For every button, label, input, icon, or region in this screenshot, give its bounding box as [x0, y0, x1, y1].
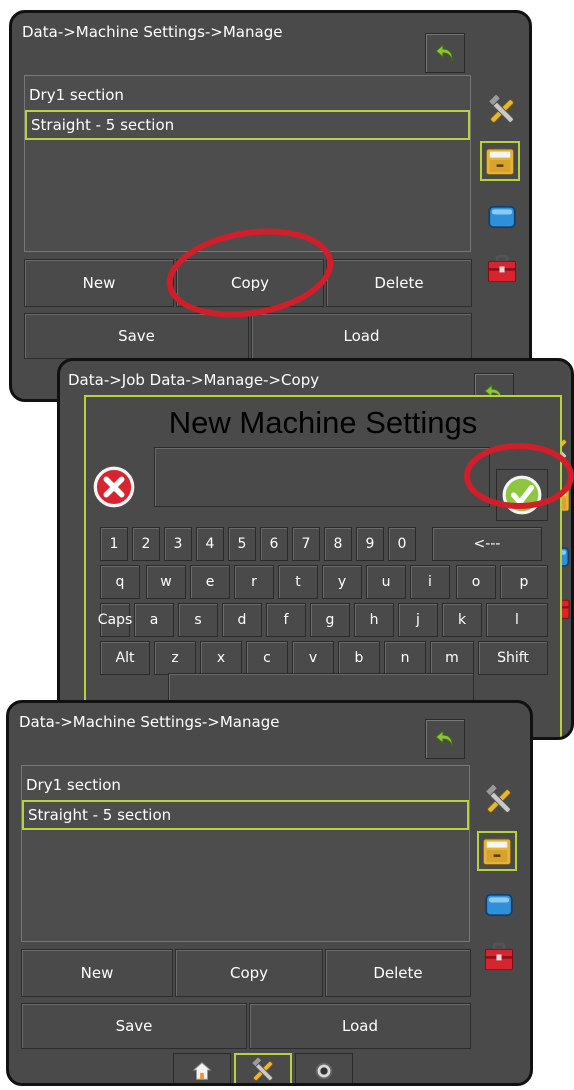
tools-icon	[484, 93, 520, 129]
tools-tab[interactable]	[479, 781, 519, 821]
toolbox-tab[interactable]	[482, 249, 522, 289]
key-m[interactable]: m	[430, 641, 474, 675]
key-5[interactable]: 5	[228, 527, 256, 561]
display-screen-icon	[482, 888, 516, 922]
back-button[interactable]	[425, 719, 465, 759]
key-y[interactable]: y	[322, 565, 362, 599]
home-icon	[191, 1060, 213, 1082]
key-r[interactable]: r	[234, 565, 274, 599]
key-n[interactable]: n	[384, 641, 426, 675]
tools-tab[interactable]	[482, 91, 522, 131]
delete-button[interactable]: Delete	[325, 949, 471, 997]
key-z[interactable]: z	[154, 641, 196, 675]
key-b[interactable]: b	[338, 641, 380, 675]
middle-screen: Data->Job Data->Manage->Copy New Machine…	[57, 358, 574, 740]
storage-tab[interactable]	[477, 831, 517, 871]
breadcrumb: Data->Machine Settings->Manage	[19, 713, 280, 731]
toolbox-icon	[485, 252, 519, 286]
home-tab[interactable]	[173, 1053, 231, 1083]
back-arrow-icon	[433, 727, 457, 751]
key-g[interactable]: g	[310, 603, 350, 637]
gps-tab[interactable]	[295, 1053, 353, 1083]
key-3[interactable]: 3	[164, 527, 192, 561]
key-p[interactable]: p	[500, 565, 548, 599]
key-6[interactable]: 6	[260, 527, 288, 561]
key-a[interactable]: a	[134, 603, 174, 637]
load-button[interactable]: Load	[251, 313, 472, 359]
back-arrow-icon	[433, 41, 457, 65]
key-v[interactable]: v	[292, 641, 334, 675]
key-backspace[interactable]: <---	[432, 527, 542, 561]
tools-bottom-tab[interactable]	[234, 1053, 292, 1086]
key-e[interactable]: e	[190, 565, 230, 599]
display-tab[interactable]	[482, 197, 522, 237]
toolbox-icon	[482, 940, 516, 974]
key-q[interactable]: q	[100, 565, 140, 599]
key-l[interactable]: l	[486, 603, 548, 637]
load-button[interactable]: Load	[249, 1003, 471, 1049]
list-item[interactable]: Dry1 section	[22, 770, 469, 800]
storage-tab[interactable]	[480, 141, 520, 181]
list-item-selected[interactable]: Straight - 5 section	[22, 800, 469, 830]
delete-button[interactable]: Delete	[326, 259, 472, 307]
storage-drawer-icon	[480, 834, 514, 868]
key-c[interactable]: c	[246, 641, 288, 675]
key-t[interactable]: t	[278, 565, 318, 599]
key-h[interactable]: h	[354, 603, 394, 637]
new-button[interactable]: New	[21, 949, 173, 997]
gps-target-icon	[313, 1060, 335, 1082]
highlight-circle-accept	[464, 443, 574, 509]
key-i[interactable]: i	[410, 565, 450, 599]
breadcrumb: Data->Job Data->Manage->Copy	[68, 371, 320, 389]
key-f[interactable]: f	[266, 603, 306, 637]
display-screen-icon	[485, 200, 519, 234]
new-button[interactable]: New	[24, 259, 174, 307]
key-9[interactable]: 9	[356, 527, 384, 561]
top-screen: Data->Machine Settings->Manage Dry1 sect…	[9, 10, 532, 402]
key-8[interactable]: 8	[324, 527, 352, 561]
breadcrumb: Data->Machine Settings->Manage	[22, 23, 283, 41]
key-s[interactable]: s	[178, 603, 218, 637]
key-j[interactable]: j	[398, 603, 438, 637]
toolbox-tab[interactable]	[479, 937, 519, 977]
storage-drawer-icon	[483, 144, 517, 178]
bottom-screen: Data->Machine Settings->Manage Dry1 sect…	[6, 700, 533, 1086]
key-w[interactable]: w	[146, 565, 186, 599]
key-o[interactable]: o	[456, 565, 496, 599]
machine-settings-list: Dry1 section Straight - 5 section	[24, 75, 471, 252]
key-4[interactable]: 4	[196, 527, 224, 561]
key-u[interactable]: u	[366, 565, 406, 599]
key-0[interactable]: 0	[388, 527, 416, 561]
list-item[interactable]: Dry1 section	[25, 80, 470, 110]
machine-settings-list: Dry1 section Straight - 5 section	[21, 765, 470, 942]
key-d[interactable]: d	[222, 603, 262, 637]
copy-button[interactable]: Copy	[175, 949, 323, 997]
list-item-selected[interactable]: Straight - 5 section	[25, 110, 470, 140]
key-x[interactable]: x	[200, 641, 242, 675]
save-button[interactable]: Save	[21, 1003, 247, 1049]
key-alt[interactable]: Alt	[100, 641, 150, 675]
key-shift[interactable]: Shift	[478, 641, 548, 675]
display-tab[interactable]	[479, 885, 519, 925]
save-button[interactable]: Save	[24, 313, 249, 359]
key-caps[interactable]: Caps	[98, 603, 132, 637]
key-2[interactable]: 2	[132, 527, 160, 561]
key-7[interactable]: 7	[292, 527, 320, 561]
tools-icon	[481, 783, 517, 819]
tools-icon	[248, 1056, 278, 1086]
back-button[interactable]	[425, 33, 465, 73]
key-1[interactable]: 1	[100, 527, 128, 561]
key-k[interactable]: k	[442, 603, 482, 637]
